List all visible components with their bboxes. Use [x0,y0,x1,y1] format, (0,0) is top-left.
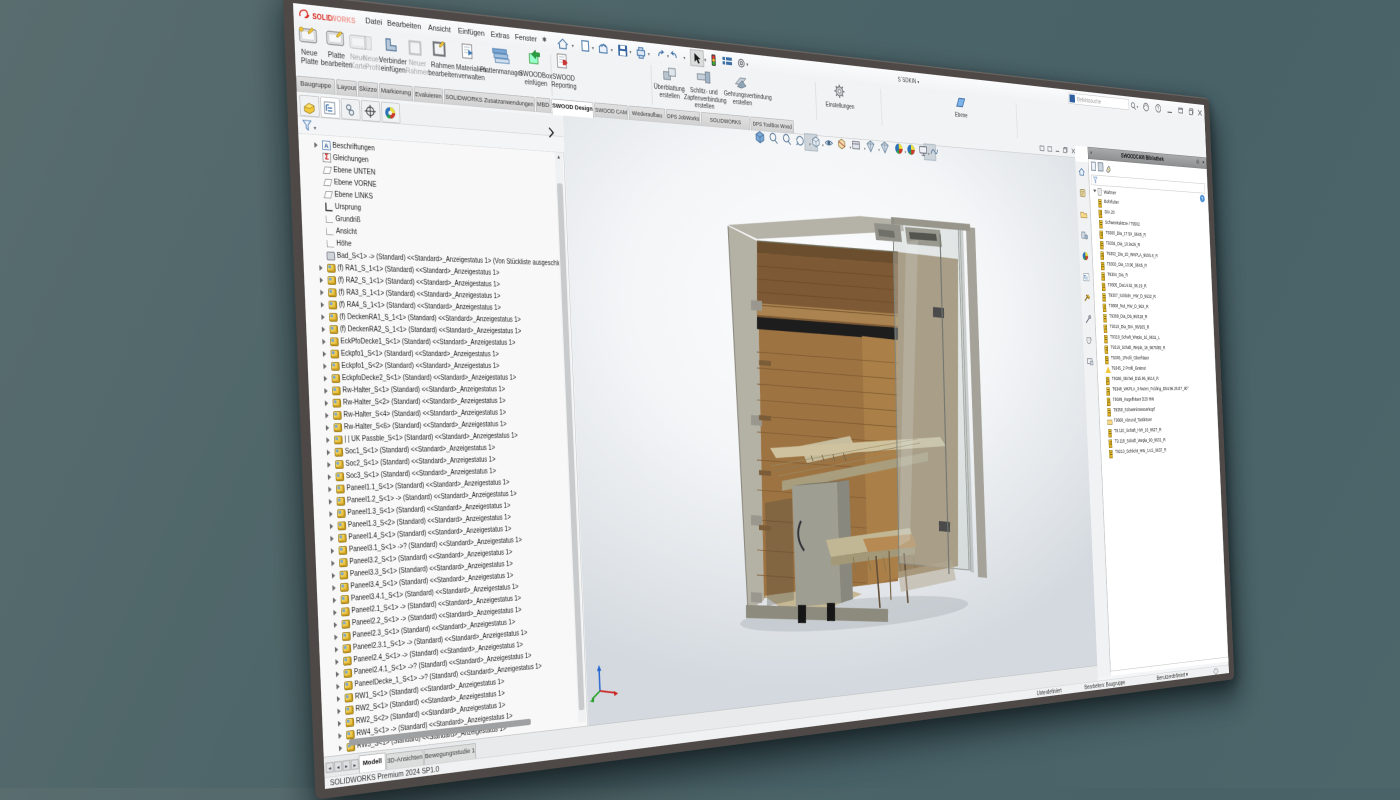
svg-text:▾: ▾ [822,143,824,148]
svg-text:▾: ▾ [905,150,907,155]
svg-text:◄: ◄ [336,765,341,772]
svg-text:▾: ▾ [849,146,851,151]
svg-text:►: ► [344,764,349,771]
svg-text:▾: ▾ [878,148,880,153]
svg-text:◄: ◄ [327,766,332,773]
svg-text:►: ► [353,763,358,770]
svg-text:▾: ▾ [809,142,811,147]
svg-text:▾: ▾ [864,147,866,152]
